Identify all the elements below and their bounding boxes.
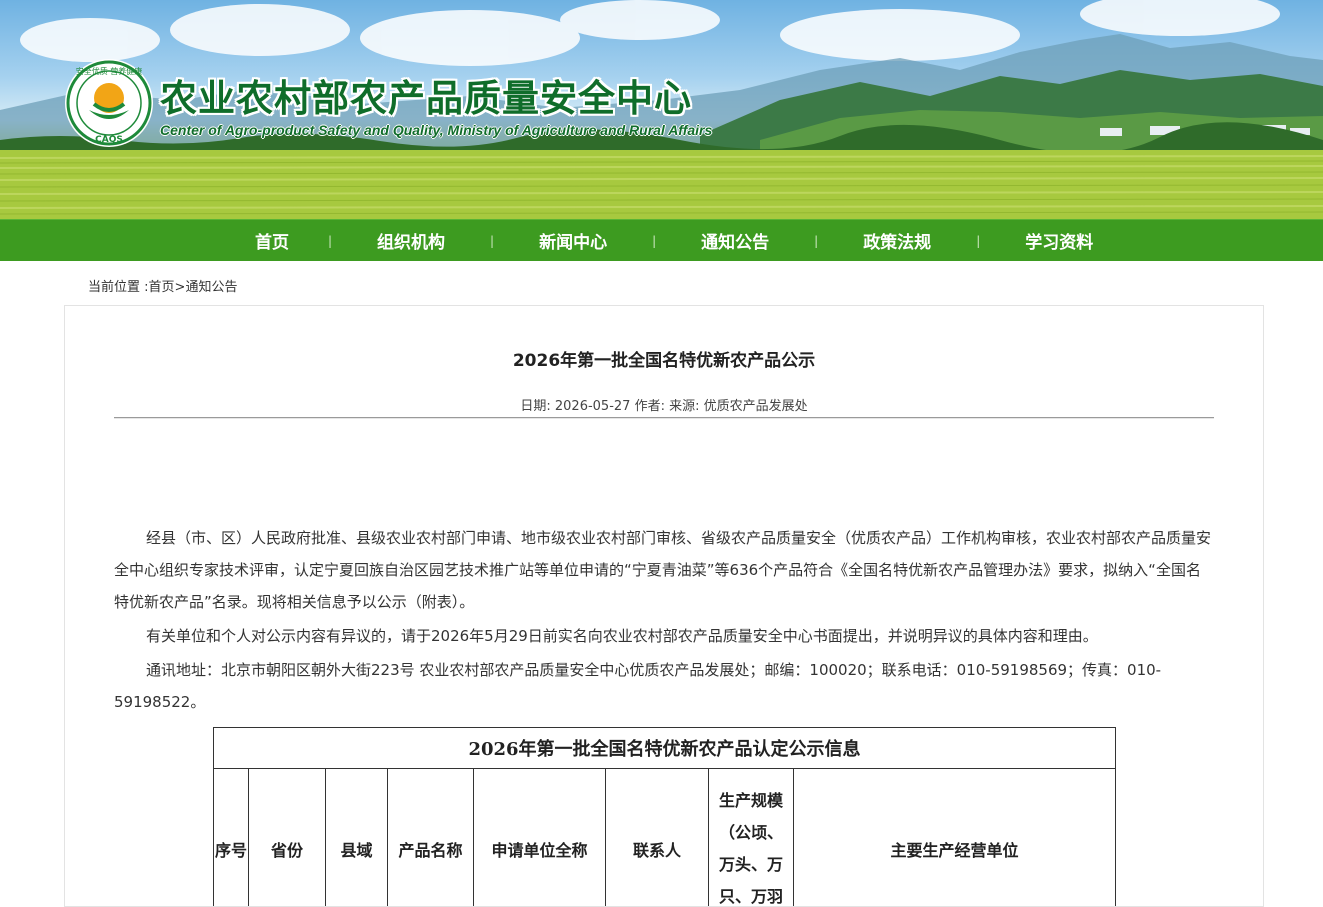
logo-acronym-text: CAQS (95, 135, 123, 145)
title-divider (114, 417, 1214, 418)
article-source: 优质农产品发展处 (704, 399, 808, 414)
col-header-main-producer: 主要生产经营单位 (794, 769, 1116, 907)
main-nav-list: 首页 | 组织机构 | 新闻中心 | 通知公告 | 政策法规 | 学习资料 (216, 220, 1138, 261)
date-label: 日期: (520, 399, 550, 414)
main-nav: 首页 | 组织机构 | 新闻中心 | 通知公告 | 政策法规 | 学习资料 (0, 219, 1323, 261)
article-date: 2026-05-27 (555, 399, 631, 414)
site-banner: 安全优质 营养健康 CAQS 农业农村部农产品质量安全中心 Center of … (0, 0, 1323, 219)
article-meta: 日期: 2026-05-27 作者: 来源: 优质农产品发展处 (65, 395, 1263, 414)
caqs-logo[interactable]: 安全优质 营养健康 CAQS (64, 58, 154, 148)
breadcrumb-separator: > (175, 280, 186, 295)
col-header-province: 省份 (249, 769, 326, 907)
logo-motto-text: 安全优质 营养健康 (76, 66, 143, 76)
col-header-index: 序号 (214, 769, 249, 907)
article-title: 2026年第一批全国名特优新农产品公示 (65, 346, 1263, 371)
nav-home[interactable]: 首页 (216, 228, 328, 253)
table-header-row: 序号 省份 县域 产品名称 申请单位全称 联系人 生产规模（公顷、万头、万只、万… (214, 769, 1116, 907)
table-caption: 2026年第一批全国名特优新农产品认定公示信息 (214, 728, 1116, 769)
nav-policies[interactable]: 政策法规 (818, 228, 976, 253)
breadcrumb: 当前位置 :首页>通知公告 (88, 276, 237, 295)
author-label: 作者: (635, 399, 665, 414)
publication-table: 2026年第一批全国名特优新农产品认定公示信息 序号 省份 县域 产品名称 申请… (213, 727, 1116, 907)
site-title-en: Center of Agro-product Safety and Qualit… (160, 122, 712, 138)
article-body: 经县（市、区）人民政府批准、县级农业农村部门申请、地市级农业农村部门审核、省级农… (114, 522, 1214, 720)
col-header-county: 县域 (326, 769, 388, 907)
nav-news-center[interactable]: 新闻中心 (494, 228, 652, 253)
breadcrumb-home-link[interactable]: 首页 (149, 280, 175, 295)
col-header-production-scale: 生产规模（公顷、万头、万只、万羽 (709, 769, 794, 907)
col-header-applicant: 申请单位全称 (474, 769, 606, 907)
nav-organization[interactable]: 组织机构 (332, 228, 490, 253)
col-header-product-name: 产品名称 (388, 769, 474, 907)
article-container: 2026年第一批全国名特优新农产品公示 日期: 2026-05-27 作者: 来… (64, 305, 1264, 907)
nav-notices[interactable]: 通知公告 (656, 228, 814, 253)
article-paragraph: 有关单位和个人对公示内容有异议的，请于2026年5月29日前实名向农业农村部农产… (114, 620, 1214, 652)
article-paragraph: 通讯地址：北京市朝阳区朝外大街223号 农业农村部农产品质量安全中心优质农产品发… (114, 654, 1214, 718)
source-label: 来源: (669, 399, 699, 414)
col-header-contact: 联系人 (606, 769, 709, 907)
nav-learning-materials[interactable]: 学习资料 (980, 228, 1138, 253)
production-scale-label: 生产规模（公顷、万头、万只、万羽 (714, 785, 788, 907)
site-title-cn: 农业农村部农产品质量安全中心 (160, 68, 692, 122)
article-paragraph: 经县（市、区）人民政府批准、县级农业农村部门申请、地市级农业农村部门审核、省级农… (114, 522, 1214, 618)
breadcrumb-prefix: 当前位置 : (88, 280, 149, 295)
breadcrumb-current-link[interactable]: 通知公告 (185, 280, 237, 295)
